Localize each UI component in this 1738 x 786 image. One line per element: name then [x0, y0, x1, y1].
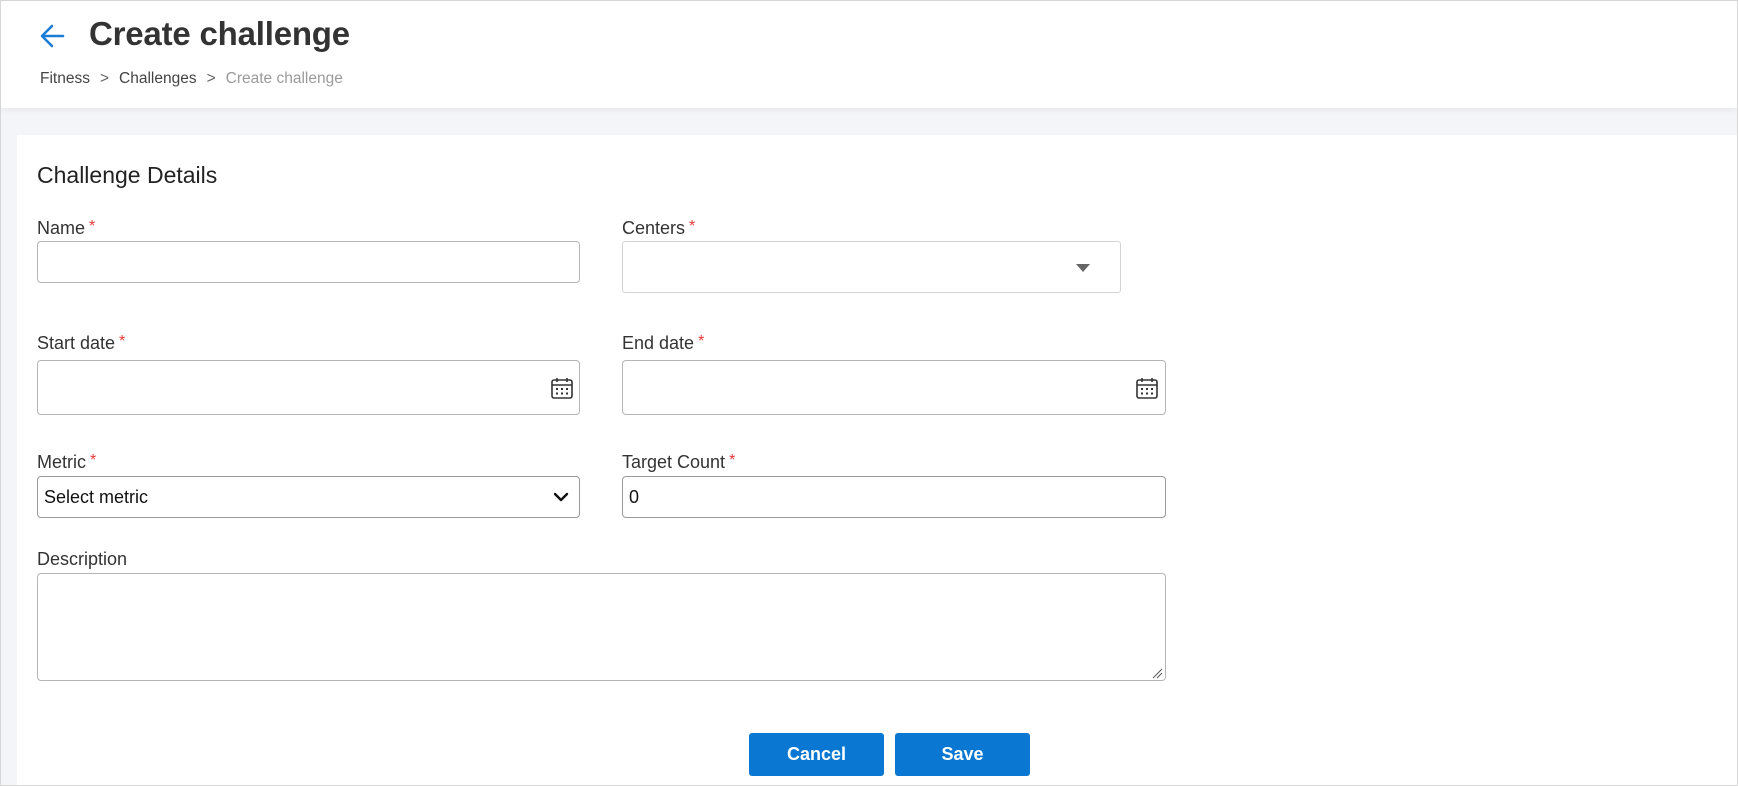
description-textarea[interactable] [37, 573, 1166, 681]
metric-select[interactable]: Select metric [37, 476, 580, 518]
name-label: Name * [37, 218, 95, 239]
page-header: Create challenge Fitness > Challenges > Crea… [1, 1, 1737, 108]
centers-select[interactable] [622, 241, 1121, 293]
breadcrumb-challenges[interactable]: Challenges [119, 70, 197, 87]
centers-label: Centers * [622, 218, 695, 239]
end-date-label: End date * [622, 333, 704, 354]
cancel-button[interactable]: Cancel [749, 733, 884, 776]
dropdown-caret-icon [1076, 264, 1090, 272]
metric-label-text: Metric [37, 452, 86, 472]
name-input[interactable] [37, 241, 580, 283]
page-title: Create challenge [89, 15, 350, 52]
required-marker: * [698, 333, 705, 350]
required-marker: * [119, 333, 126, 350]
metric-select-value: Select metric [44, 487, 149, 507]
back-arrow-icon[interactable] [37, 21, 67, 51]
calendar-icon[interactable] [550, 376, 574, 400]
app-frame: Create challenge Fitness > Challenges > Crea… [0, 0, 1738, 786]
resize-handle-icon[interactable] [1151, 666, 1163, 679]
start-date-label-text: Start date [37, 333, 116, 353]
section-title: Challenge Details [37, 162, 218, 188]
required-marker: * [89, 218, 96, 235]
breadcrumb-current: Create challenge [225, 70, 343, 87]
centers-label-text: Centers [622, 218, 686, 238]
target-count-label: Target Count * [622, 452, 735, 473]
required-marker: * [90, 452, 97, 469]
start-date-input[interactable] [37, 360, 580, 415]
end-date-input[interactable] [622, 360, 1166, 415]
target-count-input[interactable] [622, 476, 1166, 518]
chevron-down-icon [553, 489, 569, 505]
name-label-text: Name [37, 218, 86, 238]
breadcrumb-fitness[interactable]: Fitness [40, 70, 90, 87]
save-button[interactable]: Save [895, 733, 1030, 776]
breadcrumb-separator: > [99, 70, 110, 87]
end-date-label-text: End date [622, 333, 695, 353]
calendar-icon[interactable] [1135, 376, 1159, 400]
start-date-label: Start date * [37, 333, 125, 354]
required-marker: * [729, 452, 736, 469]
metric-label: Metric * [37, 452, 96, 473]
target-count-label-text: Target Count [622, 452, 726, 472]
breadcrumb: Fitness > Challenges > Create challenge [40, 70, 343, 88]
description-label: Description [37, 549, 128, 569]
breadcrumb-separator: > [206, 70, 216, 87]
required-marker: * [689, 218, 696, 235]
challenge-details-card: Challenge Details Name * Centers * Start d… [17, 135, 1737, 785]
